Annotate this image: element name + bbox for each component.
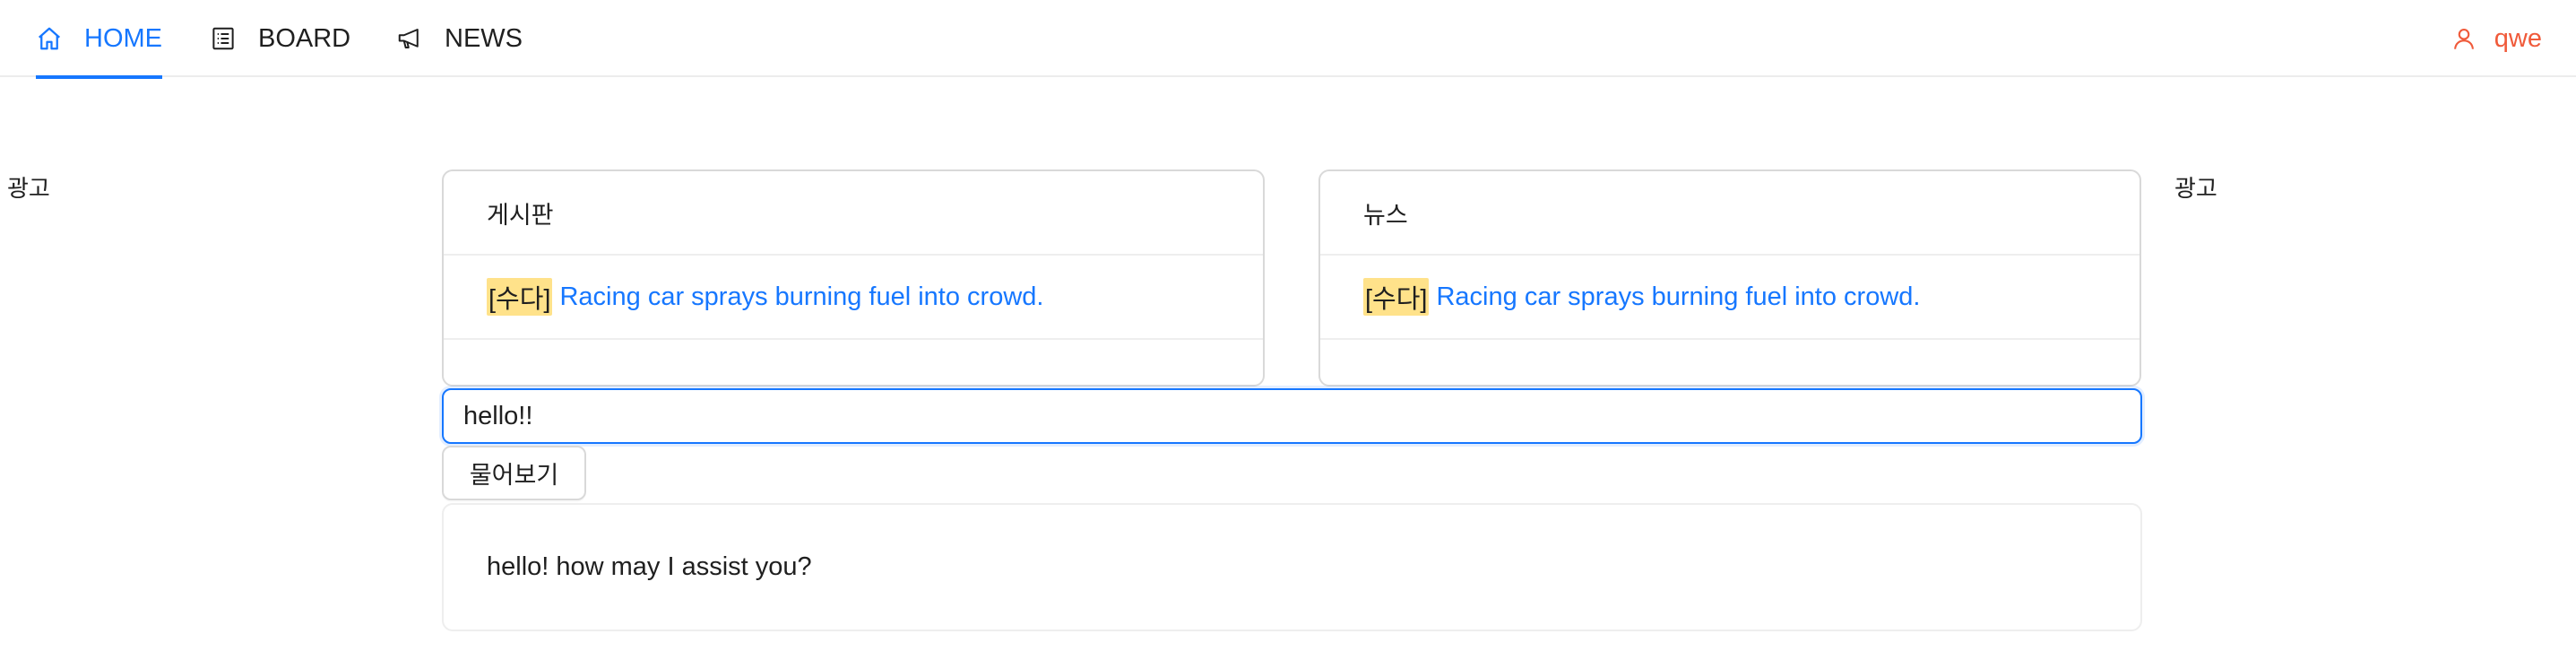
board-card-title: 게시판 bbox=[444, 171, 1263, 256]
ad-right: 광고 bbox=[2174, 175, 2217, 202]
board-post-item[interactable]: [수다] Racing car sprays burning fuel into… bbox=[444, 256, 1263, 340]
post-link[interactable]: Racing car sprays burning fuel into crow… bbox=[559, 282, 1043, 312]
post-tag: [수다] bbox=[487, 278, 553, 316]
news-post-item[interactable]: [수다] Racing car sprays burning fuel into… bbox=[1320, 256, 2139, 340]
nav-item-label: HOME bbox=[84, 23, 162, 53]
top-nav: HOME BOARD NEWS qwe bbox=[0, 0, 2576, 79]
user-icon bbox=[2451, 26, 2477, 51]
chat-input[interactable] bbox=[442, 388, 2142, 444]
megaphone-icon bbox=[396, 25, 423, 52]
nav-item-label: BOARD bbox=[258, 23, 351, 53]
post-tag: [수다] bbox=[1363, 278, 1430, 316]
news-card: 뉴스 [수다] Racing car sprays burning fuel i… bbox=[1318, 169, 2141, 386]
user-name: qwe bbox=[2494, 23, 2542, 53]
user-menu[interactable]: qwe bbox=[2451, 0, 2542, 77]
post-link[interactable]: Racing car sprays burning fuel into crow… bbox=[1436, 282, 1920, 312]
nav-item-home[interactable]: HOME bbox=[36, 0, 162, 79]
board-card: 게시판 [수다] Racing car sprays burning fuel … bbox=[442, 169, 1265, 386]
answer-text: hello! how may I assist you? bbox=[487, 552, 812, 581]
nav-item-label: NEWS bbox=[445, 23, 523, 53]
list-icon bbox=[210, 25, 237, 52]
nav-item-board[interactable]: BOARD bbox=[210, 0, 350, 77]
news-card-title: 뉴스 bbox=[1320, 171, 2139, 256]
home-icon bbox=[36, 25, 63, 52]
ask-button[interactable]: 물어보기 bbox=[442, 446, 586, 500]
nav-item-news[interactable]: NEWS bbox=[396, 0, 523, 77]
ad-left: 광고 bbox=[7, 175, 50, 202]
answer-box: hello! how may I assist you? bbox=[442, 503, 2142, 631]
